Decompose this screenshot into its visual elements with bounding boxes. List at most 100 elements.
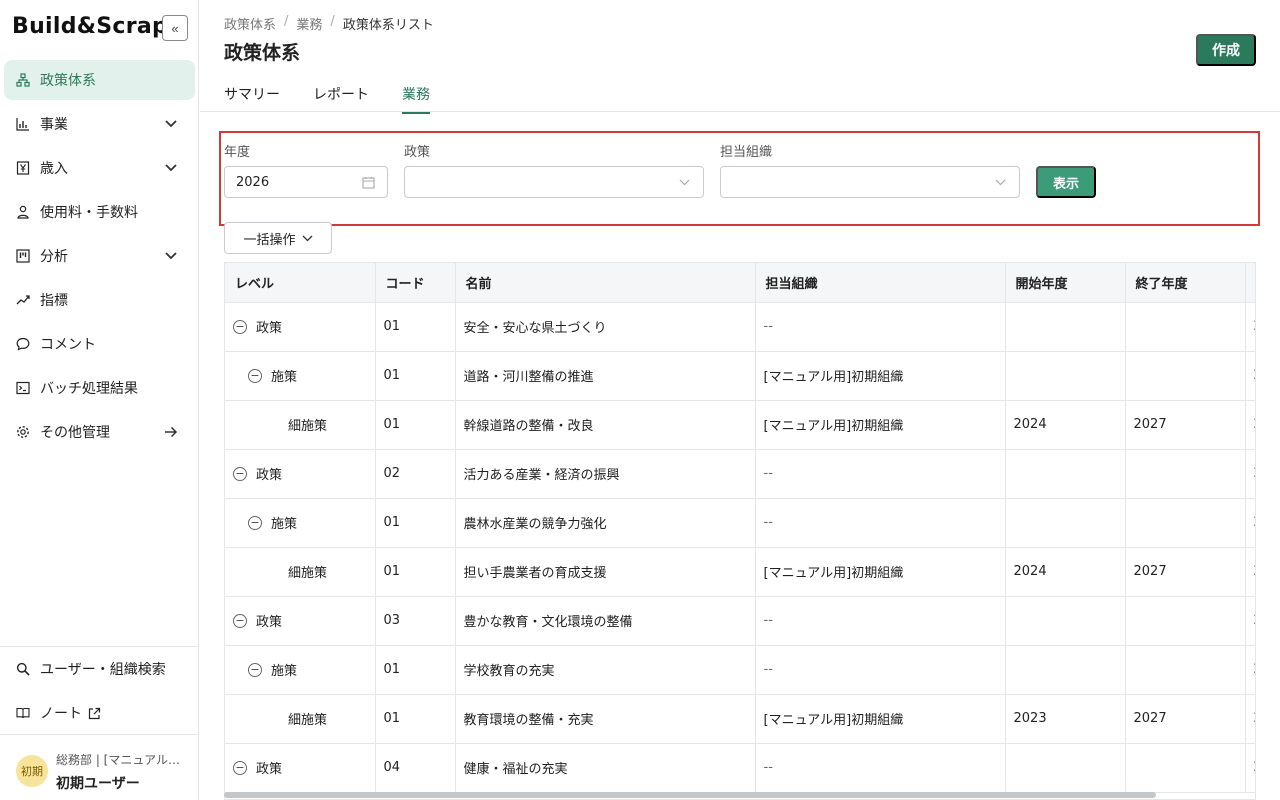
cell-code: 01	[375, 645, 456, 695]
collapse-row-icon[interactable]: −	[233, 760, 247, 775]
tab-summary[interactable]: サマリー	[224, 84, 280, 114]
search-icon	[16, 662, 30, 676]
collapse-row-icon[interactable]: −	[248, 662, 262, 677]
collapse-row-icon[interactable]: −	[248, 368, 262, 383]
org-select[interactable]	[720, 166, 1020, 198]
sidebar-item-notes[interactable]: ノート	[0, 691, 199, 735]
create-button[interactable]: 作成	[1196, 34, 1256, 66]
cell-level: − 施策	[225, 351, 376, 401]
book-icon	[16, 706, 30, 720]
sidebar-item-revenue[interactable]: 歳入	[4, 148, 195, 188]
breadcrumb-item-business[interactable]: 業務	[296, 14, 322, 33]
sidebar-item-label: コメント	[40, 337, 96, 353]
cell-level: − 政策	[225, 449, 376, 499]
year-date-input[interactable]: 2026	[224, 166, 388, 198]
sidebar-item-policy-system[interactable]: 政策体系	[4, 60, 195, 100]
main-content: 政策体系 / 業務 / 政策体系リスト 政策体系 作成 サマリー レポート 業務…	[200, 0, 1280, 800]
column-header-truncated[interactable]: 作	[1245, 263, 1255, 303]
table-row[interactable]: 細施策 01教育環境の整備・充実[マニュアル用]初期組織202320272	[225, 694, 1255, 744]
collapse-row-icon[interactable]: −	[233, 319, 247, 334]
collapse-sidebar-button[interactable]: «	[162, 15, 188, 41]
chevron-down-icon	[677, 175, 691, 189]
cell-code: 01	[375, 694, 456, 744]
policy-select[interactable]	[404, 166, 704, 198]
table-row[interactable]: −政策01安全・安心な県土づくり--2	[225, 302, 1255, 352]
column-header-end-year[interactable]: 終了年度	[1125, 263, 1246, 303]
cell-name[interactable]: 活力ある産業・経済の振興	[455, 449, 756, 499]
year-label: 年度	[224, 145, 251, 160]
table-row[interactable]: −政策02活力ある産業・経済の振興--2	[225, 449, 1255, 499]
cell-org: --	[755, 498, 1006, 548]
sidebar-item-comments[interactable]: コメント	[4, 324, 195, 364]
sidebar-item-other-admin[interactable]: その他管理	[4, 412, 195, 452]
sidebar-item-projects[interactable]: 事業	[4, 104, 195, 144]
yen-icon	[16, 161, 30, 175]
table-row[interactable]: −施策01農林水産業の競争力強化--2	[225, 498, 1255, 548]
table-row[interactable]: −政策03豊かな教育・文化環境の整備--2	[225, 596, 1255, 646]
sidebar: Build&Scrap « 政策体系 事業 歳入 使用料・手数料 分析 指標 コ…	[0, 0, 199, 800]
cell-end-year: 2027	[1125, 547, 1246, 597]
cell-code: 01	[375, 547, 456, 597]
bulk-action-label: 一括操作	[243, 231, 296, 247]
level-label: 施策	[271, 664, 298, 679]
chevron-down-icon[interactable]	[163, 116, 179, 132]
user-department: 総務部 | [マニュアル用]初期組織	[56, 753, 188, 767]
cell-name[interactable]: 豊かな教育・文化環境の整備	[455, 596, 756, 646]
cell-start-year	[1005, 302, 1126, 352]
cell-name[interactable]: 農林水産業の競争力強化	[455, 498, 756, 548]
sidebar-item-label: 指標	[40, 293, 68, 309]
sidebar-item-label: バッチ処理結果	[40, 381, 138, 397]
column-header-org[interactable]: 担当組織	[755, 263, 1006, 303]
arrow-right-icon[interactable]	[163, 424, 179, 440]
app-logo[interactable]: Build&Scrap	[12, 14, 168, 39]
bar-chart-icon	[16, 117, 30, 131]
table-row[interactable]: 細施策 01幹線道路の整備・改良[マニュアル用]初期組織202420272	[225, 400, 1255, 450]
table-row[interactable]: 細施策 01担い手農業者の育成支援[マニュアル用]初期組織202420272	[225, 547, 1255, 597]
table-row[interactable]: −施策01道路・河川整備の推進[マニュアル用]初期組織2	[225, 351, 1255, 401]
sidebar-item-batch-results[interactable]: バッチ処理結果	[4, 368, 195, 408]
show-button[interactable]: 表示	[1036, 166, 1096, 198]
breadcrumb-item-policy-system[interactable]: 政策体系	[224, 14, 276, 33]
sidebar-item-label: ノート	[40, 706, 82, 722]
cell-level: − 施策	[225, 498, 376, 548]
cell-code: 01	[375, 498, 456, 548]
cell-org: [マニュアル用]初期組織	[755, 694, 1006, 744]
bulk-action-button[interactable]: 一括操作	[224, 222, 332, 254]
sidebar-item-user-org-search[interactable]: ユーザー・組織検索	[0, 647, 199, 691]
horizontal-scrollbar[interactable]	[224, 792, 1156, 798]
tab-report[interactable]: レポート	[313, 84, 369, 114]
collapse-row-icon[interactable]: −	[233, 466, 247, 481]
column-header-level[interactable]: レベル	[225, 263, 376, 303]
cell-start-year	[1005, 645, 1126, 695]
table-row[interactable]: −政策04健康・福祉の充実--2	[225, 743, 1255, 793]
column-header-start-year[interactable]: 開始年度	[1005, 263, 1126, 303]
collapse-row-icon[interactable]: −	[233, 613, 247, 628]
cell-end-year	[1125, 645, 1246, 695]
column-header-name[interactable]: 名前	[455, 263, 756, 303]
chevron-down-icon[interactable]	[163, 248, 179, 264]
user-profile[interactable]: 初期 総務部 | [マニュアル用]初期組織 初期ユーザー	[0, 734, 199, 800]
level-label: 政策	[256, 321, 283, 336]
tab-business[interactable]: 業務	[402, 84, 430, 114]
cell-name[interactable]: 健康・福祉の充実	[455, 743, 756, 793]
sidebar-item-indicators[interactable]: 指標	[4, 280, 195, 320]
sidebar-item-analysis[interactable]: 分析	[4, 236, 195, 276]
cell-name[interactable]: 幹線道路の整備・改良	[455, 400, 756, 450]
cell-name[interactable]: 安全・安心な県土づくり	[455, 302, 756, 352]
cell-truncated: 2	[1245, 449, 1255, 499]
table-row[interactable]: −施策01学校教育の充実--2	[225, 645, 1255, 695]
cell-name[interactable]: 担い手農業者の育成支援	[455, 547, 756, 597]
table-body: −政策01安全・安心な県土づくり--2−施策01道路・河川整備の推進[マニュアル…	[225, 302, 1255, 793]
cell-start-year	[1005, 743, 1126, 793]
cell-name[interactable]: 道路・河川整備の推進	[455, 351, 756, 401]
column-header-code[interactable]: コード	[375, 263, 456, 303]
chevron-down-icon[interactable]	[163, 160, 179, 176]
level-label: 政策	[256, 615, 283, 630]
cell-name[interactable]: 教育環境の整備・充実	[455, 694, 756, 744]
sidebar-item-fees[interactable]: 使用料・手数料	[4, 192, 195, 232]
level-label: 政策	[256, 762, 283, 777]
cell-truncated: 2	[1245, 694, 1255, 744]
sidebar-item-label: 歳入	[40, 161, 68, 177]
cell-name[interactable]: 学校教育の充実	[455, 645, 756, 695]
collapse-row-icon[interactable]: −	[248, 515, 262, 530]
